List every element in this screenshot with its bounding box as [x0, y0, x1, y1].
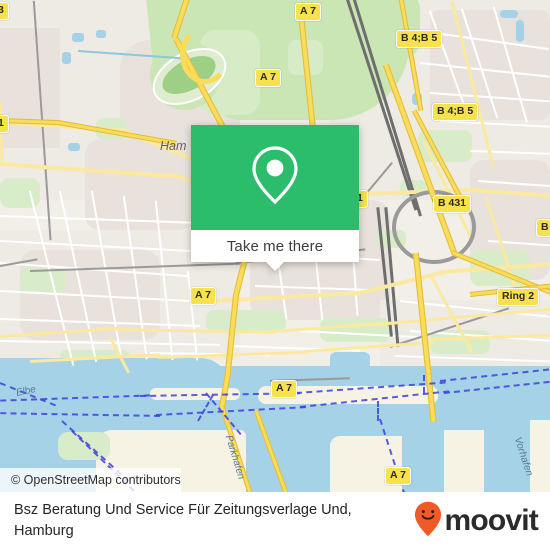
moovit-pin-icon	[414, 501, 442, 542]
road-shield[interactable]: A 7	[271, 380, 297, 398]
road-shield[interactable]: 1	[0, 115, 9, 133]
road-shield[interactable]: A 7	[295, 3, 321, 21]
location-popup-card[interactable]: Take me there	[191, 125, 359, 271]
road-shield[interactable]: A 7	[190, 287, 216, 305]
road-shield[interactable]: A 7	[385, 467, 411, 485]
footer-bar: Bsz Beratung Und Service Für Zeitungsver…	[0, 492, 550, 550]
map-canvas[interactable]: Ham Elbe Parkhafen Vorhafen A 7 B 4;B 5 …	[0, 0, 550, 492]
moovit-logo[interactable]: moovit	[414, 501, 539, 542]
road-shield[interactable]: 3	[0, 2, 9, 20]
moovit-wordmark: moovit	[444, 504, 538, 537]
map-attribution[interactable]: © OpenStreetMap contributors	[0, 468, 181, 492]
road-shield[interactable]: A 7	[255, 69, 281, 87]
road-shield[interactable]: B 4;B 5	[396, 30, 443, 48]
location-title: Bsz Beratung Und Service Für Zeitungsver…	[14, 502, 352, 539]
map-screenshot: Ham Elbe Parkhafen Vorhafen A 7 B 4;B 5 …	[0, 0, 550, 550]
road-shield[interactable]: B	[536, 219, 550, 237]
popup-tail	[266, 262, 284, 271]
attribution-text: © OpenStreetMap contributors	[11, 473, 181, 487]
take-me-there-label: Take me there	[226, 237, 324, 255]
map-pin-icon	[249, 144, 301, 211]
road-shield[interactable]: B 4;B 5	[432, 103, 479, 121]
road-shield[interactable]: B 431	[433, 195, 472, 213]
popup-header	[191, 125, 359, 230]
road-shield[interactable]: Ring 2	[497, 288, 540, 306]
popup-footer[interactable]: Take me there	[191, 230, 359, 271]
